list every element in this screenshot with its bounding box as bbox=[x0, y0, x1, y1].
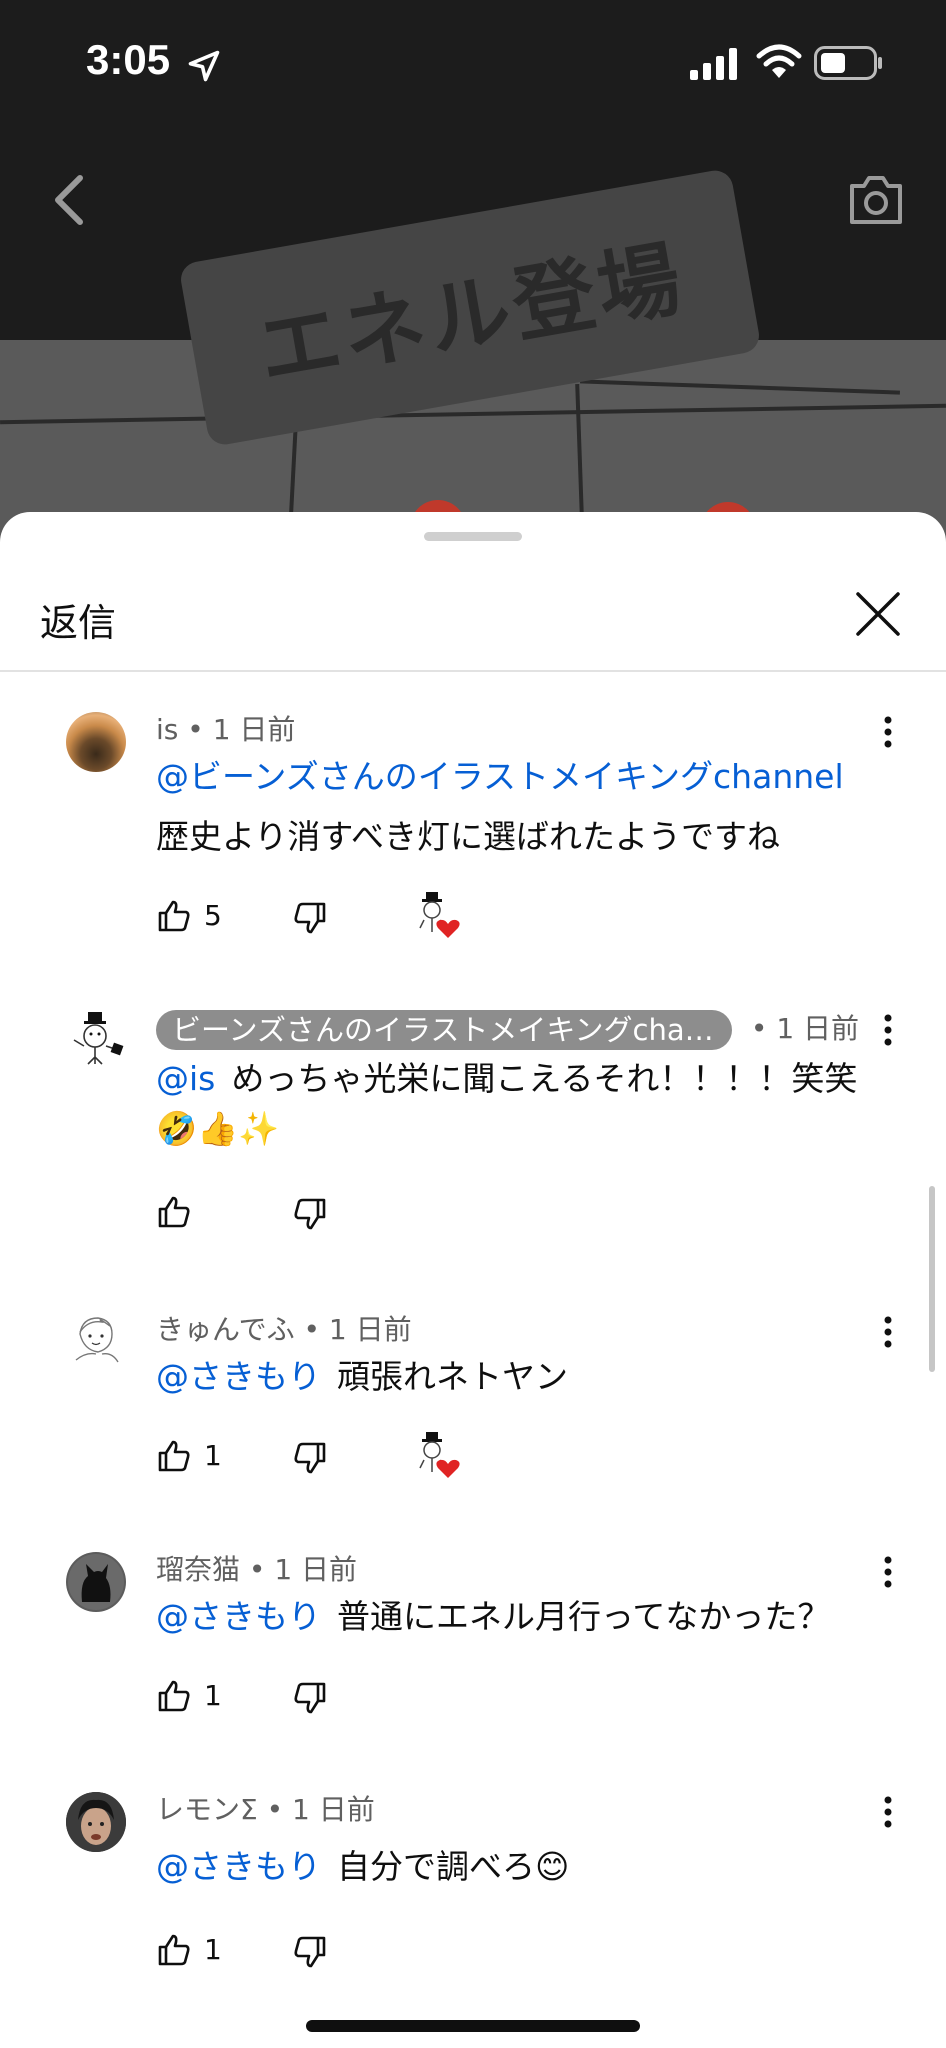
comment-text: 歴史より消すべき灯に選ばれたようですね bbox=[156, 817, 781, 856]
comment-author[interactable]: 瑠奈猫 bbox=[156, 1553, 240, 1586]
comment-author[interactable]: きゅんでふ bbox=[156, 1313, 295, 1346]
like-count: 1 bbox=[204, 1933, 222, 1966]
wifi-icon bbox=[756, 44, 802, 78]
replies-sheet: 返信 is • 1 日前 @ビーンズさんのイラストメイキングchannel 歴史… bbox=[0, 512, 946, 2048]
thumbs-up-icon[interactable] bbox=[156, 1932, 192, 1968]
back-arrow-icon[interactable] bbox=[44, 170, 94, 230]
more-options-icon[interactable] bbox=[874, 712, 902, 752]
more-options-icon[interactable] bbox=[874, 1792, 902, 1832]
comment-text: 普通にエネル月行ってなかった？ bbox=[337, 1597, 831, 1636]
comment-meta: ビーンズさんのイラストメイキングchan… • 1 日前 bbox=[156, 1010, 859, 1050]
like-count: 5 bbox=[204, 899, 222, 932]
sheet-title: 返信 bbox=[40, 601, 117, 645]
close-icon[interactable] bbox=[852, 588, 904, 640]
scrollbar[interactable] bbox=[929, 1186, 935, 1372]
comment-actions: 1 bbox=[156, 1678, 556, 1722]
more-options-icon[interactable] bbox=[874, 1312, 902, 1352]
comment-body: @さきもり 自分で調べろ😊 bbox=[156, 1842, 896, 1892]
comment-meta: 瑠奈猫 • 1 日前 bbox=[156, 1552, 357, 1588]
comment-meta: きゅんでふ • 1 日前 bbox=[156, 1312, 412, 1348]
creator-author-badge[interactable]: ビーンズさんのイラストメイキングchan… bbox=[156, 1010, 732, 1050]
comment-time: • 1 日前 bbox=[303, 1313, 412, 1346]
comment-text: 自分で調べろ😊 bbox=[337, 1847, 570, 1886]
comment-actions: 5 bbox=[156, 892, 556, 942]
video-player[interactable]: エネル登場 3:05 bbox=[0, 0, 946, 560]
avatar[interactable] bbox=[66, 1010, 126, 1070]
comment-author[interactable]: is bbox=[156, 713, 178, 746]
comment-body: @さきもり 普通にエネル月行ってなかった？ bbox=[156, 1592, 896, 1642]
mention-link[interactable]: @さきもり bbox=[156, 1597, 321, 1636]
thumbs-down-icon[interactable] bbox=[292, 1440, 328, 1476]
comment-time: • 1 日前 bbox=[266, 1793, 375, 1826]
comment-actions: 1 bbox=[156, 1432, 556, 1482]
avatar[interactable] bbox=[66, 712, 126, 772]
comment-text: 頑張れネトヤン bbox=[337, 1357, 568, 1396]
mention-link[interactable]: @is bbox=[156, 1059, 215, 1098]
comment-body: @ビーンズさんのイラストメイキングchannel 歴史より消すべき灯に選ばれたよ… bbox=[156, 752, 896, 862]
comment-text: めっちゃ光栄に聞こえるそれ！！！！笑笑 bbox=[231, 1059, 858, 1098]
location-arrow-icon bbox=[188, 50, 220, 82]
creator-heart-icon bbox=[419, 892, 460, 938]
comment-time: • 1 日前 bbox=[248, 1553, 358, 1586]
thumbs-down-icon[interactable] bbox=[292, 1196, 328, 1232]
thumbs-down-icon[interactable] bbox=[292, 1934, 328, 1970]
creator-heart-icon bbox=[419, 1432, 460, 1478]
cellular-signal-icon bbox=[690, 48, 737, 80]
thumbs-up-icon[interactable] bbox=[156, 1194, 192, 1230]
thumbs-down-icon[interactable] bbox=[292, 900, 328, 936]
mention-link[interactable]: @さきもり bbox=[156, 1847, 321, 1886]
thumbs-up-icon[interactable] bbox=[156, 1438, 192, 1474]
drag-handle[interactable] bbox=[424, 532, 522, 541]
camera-icon[interactable] bbox=[846, 172, 906, 228]
header-divider bbox=[0, 670, 946, 672]
thumbs-down-icon[interactable] bbox=[292, 1680, 328, 1716]
status-time: 3:05 bbox=[86, 36, 171, 83]
avatar[interactable] bbox=[66, 1312, 126, 1372]
comment-meta: レモンΣ • 1 日前 bbox=[156, 1792, 375, 1828]
comment-author[interactable]: レモンΣ bbox=[156, 1793, 258, 1826]
mention-link[interactable]: @さきもり bbox=[156, 1357, 321, 1396]
thumbs-up-icon[interactable] bbox=[156, 898, 192, 934]
thumbs-up-icon[interactable] bbox=[156, 1678, 192, 1714]
comment-actions: 1 bbox=[156, 1932, 556, 1976]
more-options-icon[interactable] bbox=[874, 1552, 902, 1592]
avatar[interactable] bbox=[66, 1792, 126, 1852]
comment-actions bbox=[156, 1194, 556, 1238]
status-bar: 3:05 bbox=[0, 0, 946, 120]
comment-emoji: 🤣👍✨ bbox=[156, 1109, 280, 1148]
comment-body: @is めっちゃ光栄に聞こえるそれ！！！！笑笑 🤣👍✨ bbox=[156, 1054, 896, 1154]
like-count: 1 bbox=[204, 1679, 222, 1712]
comment-meta: is • 1 日前 bbox=[156, 712, 295, 748]
mention-link[interactable]: @ビーンズさんのイラストメイキングchannel bbox=[156, 757, 844, 796]
avatar[interactable] bbox=[66, 1552, 126, 1612]
comment-time: • 1 日前 bbox=[187, 713, 296, 746]
like-count: 1 bbox=[204, 1439, 222, 1472]
comment-time: • 1 日前 bbox=[750, 1012, 860, 1045]
home-indicator[interactable] bbox=[306, 2020, 640, 2032]
comment-body: @さきもり 頑張れネトヤン bbox=[156, 1352, 896, 1402]
battery-icon bbox=[814, 46, 882, 80]
more-options-icon[interactable] bbox=[874, 1010, 902, 1050]
